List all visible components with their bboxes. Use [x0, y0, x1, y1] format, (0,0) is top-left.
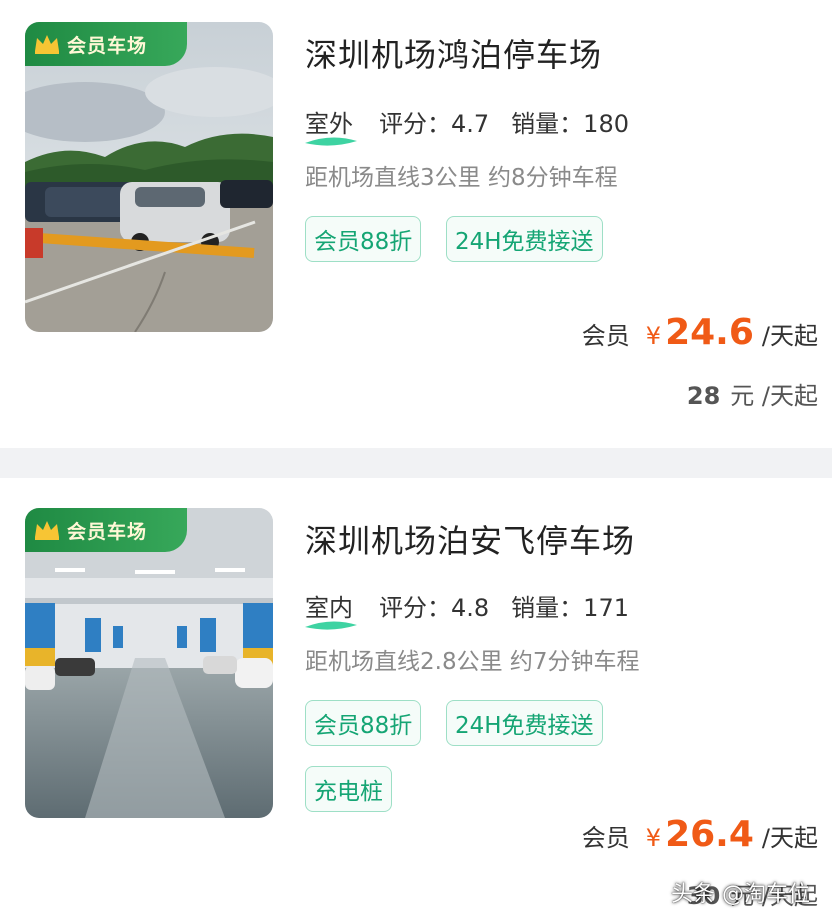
crown-icon	[35, 35, 59, 54]
tag-member-discount: 会员88折	[305, 216, 422, 262]
parking-lot-photo[interactable]: 会员车场	[25, 508, 273, 818]
lot-type: 室外	[305, 104, 357, 146]
lot-meta: 室外 评分：4.7 销量：180	[305, 104, 651, 146]
lot-title[interactable]: 深圳机场鸿泊停车场	[305, 30, 602, 76]
original-price-unit: 元 /天起	[730, 382, 818, 410]
rating-value: 4.7	[451, 110, 490, 138]
parking-listing-card[interactable]: 会员车场 深圳机场泊安飞停车场 室内 评分：4.8 销量：171 距机场直线2.…	[0, 478, 832, 916]
member-price-label: 会员	[581, 824, 630, 852]
member-lot-badge: 会员车场	[25, 508, 187, 552]
member-price-value: 26.4	[665, 814, 754, 855]
sales-value: 171	[583, 594, 629, 622]
lot-type-label: 室内	[305, 594, 353, 622]
member-price-value: 24.6	[665, 312, 754, 353]
swoosh-icon	[305, 621, 357, 630]
rating-label: 评分：	[379, 594, 451, 622]
watermark: 头条 @淘车位	[671, 882, 810, 907]
outdoor-parking-lot-photo-icon	[25, 22, 273, 332]
lot-title[interactable]: 深圳机场泊安飞停车场	[305, 516, 635, 562]
badge-label: 会员车场	[67, 520, 148, 543]
tag-member-discount: 会员88折	[305, 700, 422, 746]
currency-symbol: ¥	[645, 322, 662, 350]
original-price-value: 28	[686, 382, 721, 410]
price-unit: /天起	[761, 824, 818, 852]
tag-free-shuttle: 24H免费接送	[446, 700, 603, 746]
sales: 销量：171	[511, 588, 629, 623]
lot-type: 室内	[305, 588, 357, 630]
sales: 销量：180	[511, 104, 629, 139]
parking-listing-card[interactable]: 会员车场 深圳机场鸿泊停车场 室外 评分：4.7 销量：180 距机场直线3公里…	[0, 0, 832, 448]
swoosh-icon	[305, 137, 357, 146]
price-unit: /天起	[761, 322, 818, 350]
crown-icon	[35, 521, 59, 540]
distance-info: 距机场直线2.8公里 约7分钟车程	[305, 649, 640, 675]
tag-charging-pile: 充电桩	[305, 766, 392, 812]
sales-label: 销量：	[511, 110, 584, 138]
member-price-label: 会员	[581, 322, 630, 350]
rating-value: 4.8	[451, 594, 490, 622]
tag-free-shuttle: 24H免费接送	[446, 216, 603, 262]
lot-meta: 室内 评分：4.8 销量：171	[305, 588, 651, 630]
lot-type-label: 室外	[305, 110, 353, 138]
sales-label: 销量：	[511, 594, 584, 622]
indoor-parking-garage-photo-icon	[25, 508, 273, 818]
member-price: 会员 ¥ 24.6 /天起	[582, 312, 818, 353]
distance-info: 距机场直线3公里 约8分钟车程	[305, 165, 618, 191]
rating: 评分：4.7	[379, 104, 489, 139]
badge-label: 会员车场	[67, 34, 148, 57]
sales-value: 180	[583, 110, 629, 138]
currency-symbol: ¥	[645, 824, 662, 852]
original-price: 28 元 /天起	[687, 376, 818, 411]
parking-lot-photo[interactable]: 会员车场	[25, 22, 273, 332]
member-lot-badge: 会员车场	[25, 22, 187, 66]
member-price: 会员 ¥ 26.4 /天起	[582, 814, 818, 855]
rating-label: 评分：	[379, 110, 451, 138]
rating: 评分：4.8	[379, 588, 489, 623]
